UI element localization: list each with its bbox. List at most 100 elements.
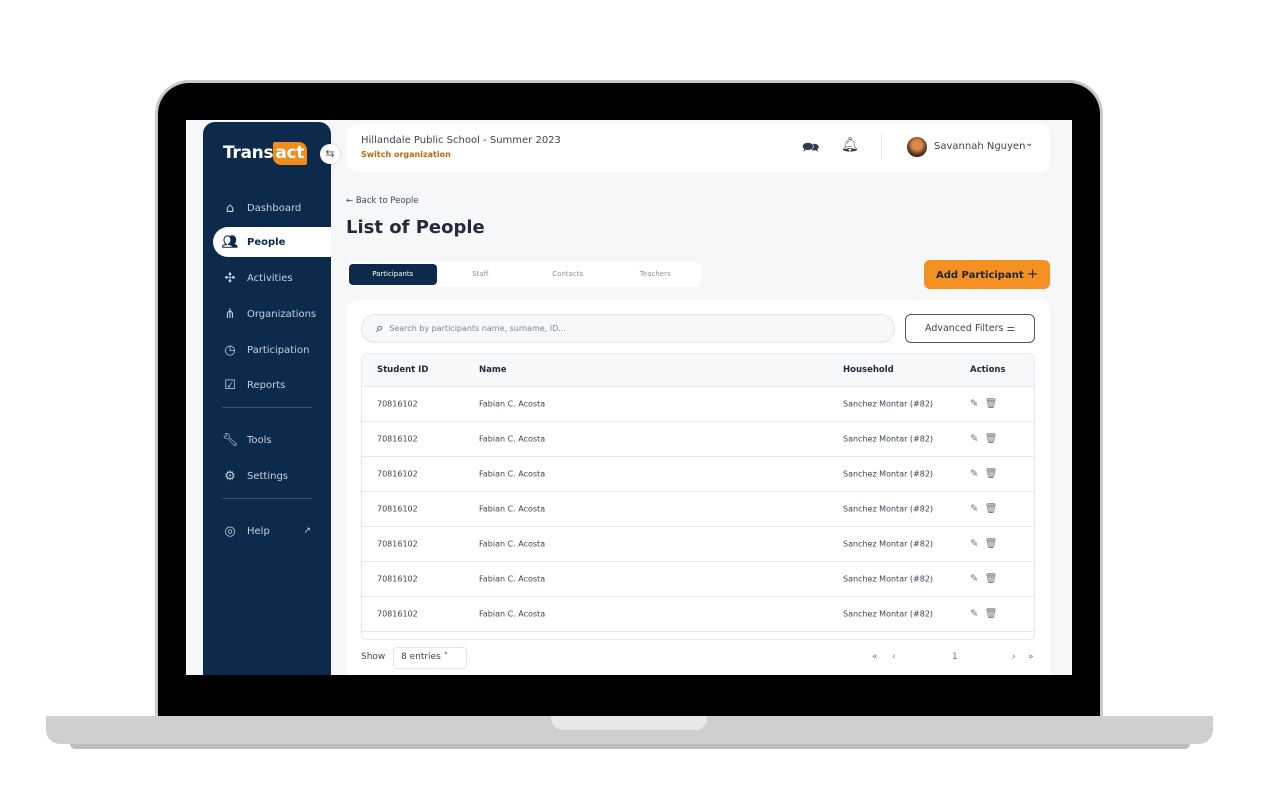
gear-icon: ⚙: [224, 468, 236, 484]
sidebar-item-activities[interactable]: ✣ Activities: [203, 263, 331, 293]
student-id: 70816102: [377, 574, 418, 584]
trash-icon[interactable]: 🗑︎: [985, 574, 998, 585]
col-actions: Actions: [970, 365, 1006, 375]
chat-icon[interactable]: 🗪: [802, 137, 819, 161]
household: Sanchez Montar (#82): [843, 399, 934, 409]
household: Sanchez Montar (#82): [843, 504, 934, 514]
sidebar-item-tools[interactable]: 🔧︎ Tools: [203, 425, 331, 455]
plus-icon: +: [1027, 267, 1039, 282]
edit-icon[interactable]: ✎: [970, 399, 978, 410]
laptop-base-shadow: [70, 744, 1190, 749]
sidebar-item-settings[interactable]: ⚙ Settings: [203, 461, 331, 491]
trash-icon[interactable]: 🗑︎: [985, 504, 998, 515]
last-page-button[interactable]: »: [1028, 652, 1034, 662]
entries-select[interactable]: 8 entries ˄: [393, 647, 467, 669]
collapse-sidebar-button[interactable]: ⇆: [320, 144, 340, 164]
household: Sanchez Montar (#82): [843, 574, 934, 584]
add-participant-button[interactable]: Add Participant +: [924, 260, 1050, 289]
participant-name: Fabian C. Acosta: [479, 609, 546, 619]
table-header: Student ID Name Household Actions: [362, 354, 1034, 386]
lifebuoy-icon: ◎: [224, 523, 236, 539]
edit-icon[interactable]: ✎: [970, 469, 978, 480]
sidebar-item-participation[interactable]: ◷ Participation: [203, 335, 331, 365]
advanced-filters-button[interactable]: Advanced Filters ⚌: [905, 314, 1035, 343]
sidebar-item-label: Activities: [247, 272, 293, 284]
logo: Trans act: [223, 142, 308, 165]
participant-name: Fabian C. Acosta: [479, 504, 546, 514]
sidebar-divider: [222, 498, 312, 499]
logo-suffix: act: [273, 142, 308, 165]
next-page-button[interactable]: ›: [1012, 652, 1016, 662]
sidebar-item-organizations[interactable]: ⋔ Organizations: [203, 299, 331, 329]
org-chart-icon: ⋔: [224, 306, 236, 322]
edit-icon[interactable]: ✎: [970, 504, 978, 515]
participant-name: Fabian C. Acosta: [479, 434, 546, 444]
table-row: 70816102 Fabian C. Acosta Sanchez Montar…: [362, 421, 1034, 456]
puzzle-icon: ✣: [224, 270, 236, 286]
tab-staff[interactable]: Staff: [437, 264, 525, 285]
sidebar-item-label: People: [247, 236, 286, 248]
sidebar-item-help[interactable]: ◎ Help ↗: [203, 516, 331, 546]
edit-icon[interactable]: ✎: [970, 434, 978, 445]
trash-icon[interactable]: 🗑︎: [985, 399, 998, 410]
tab-teachers[interactable]: Teachers: [612, 264, 700, 285]
search-input[interactable]: ⌕ Search by participants name, surname, I…: [361, 314, 895, 343]
bell-icon[interactable]: 🔔︎: [841, 137, 859, 153]
col-name: Name: [479, 365, 507, 375]
household: Sanchez Montar (#82): [843, 434, 934, 444]
edit-icon[interactable]: ✎: [970, 574, 978, 585]
table-row: 70816102 Fabian C. Acosta Sanchez Montar…: [362, 386, 1034, 421]
chevron-up-icon: ˄: [443, 652, 449, 662]
sidebar: Trans act ⌂ Dashboard 👥︎ People ✣ Activities ⋔ O…: [203, 122, 331, 675]
trash-icon[interactable]: 🗑︎: [985, 539, 998, 550]
search-icon: ⌕: [376, 321, 384, 336]
arrow-left-icon: ←: [346, 196, 356, 206]
people-table: Student ID Name Household Actions 708161…: [361, 353, 1035, 640]
sidebar-item-label: Help: [247, 525, 270, 537]
trash-icon[interactable]: 🗑︎: [985, 609, 998, 620]
trash-icon[interactable]: 🗑︎: [985, 434, 998, 445]
search-placeholder: Search by participants name, surname, ID…: [389, 324, 566, 333]
table-row: 70816102 Fabian C. Acosta Sanchez Montar…: [362, 491, 1034, 526]
current-page[interactable]: 1: [952, 652, 958, 662]
clipboard-icon: ☑: [224, 377, 236, 393]
organization-name: Hillandale Public School - Summer 2023: [361, 135, 561, 146]
avatar[interactable]: [907, 137, 927, 157]
prev-page-button[interactable]: ‹: [892, 652, 896, 662]
col-household: Household: [843, 365, 894, 375]
chevron-down-icon[interactable]: ⌄: [1025, 138, 1033, 149]
table-row: 70816102 Fabian C. Acosta Sanchez Montar…: [362, 561, 1034, 596]
show-label: Show: [361, 652, 386, 662]
tab-contacts[interactable]: Contacts: [524, 264, 612, 285]
row-actions: ✎ 🗑︎: [970, 504, 997, 515]
table-row: 70816102 Fabian C. Acosta Sanchez Montar…: [362, 631, 1034, 639]
sidebar-item-reports[interactable]: ☑ Reports: [203, 370, 331, 400]
sidebar-item-dashboard[interactable]: ⌂ Dashboard: [203, 193, 331, 223]
sidebar-item-label: Dashboard: [247, 202, 302, 214]
top-header: Hillandale Public School - Summer 2023 S…: [347, 124, 1050, 172]
student-id: 70816102: [377, 539, 418, 549]
first-page-button[interactable]: «: [872, 652, 878, 662]
filters-label: Advanced Filters: [925, 323, 1004, 334]
user-name[interactable]: Savannah Nguyen: [934, 141, 1025, 152]
sidebar-divider: [222, 407, 312, 408]
sidebar-item-people[interactable]: 👥︎ People: [213, 227, 331, 257]
add-label: Add Participant: [935, 270, 1024, 281]
sidebar-item-label: Organizations: [247, 308, 317, 320]
edit-icon[interactable]: ✎: [970, 539, 978, 550]
screen: Trans act ⌂ Dashboard 👥︎ People ✣ Activities ⋔ O…: [186, 120, 1072, 675]
table-row: 70816102 Fabian C. Acosta Sanchez Montar…: [362, 596, 1034, 631]
users-icon: 👥︎: [221, 234, 239, 250]
switch-organization-link[interactable]: Switch organization: [361, 150, 451, 159]
student-id: 70816102: [377, 504, 418, 514]
entries-value: 8 entries: [401, 652, 441, 662]
student-id: 70816102: [377, 399, 418, 409]
trash-icon[interactable]: 🗑︎: [985, 469, 998, 480]
edit-icon[interactable]: ✎: [970, 609, 978, 620]
back-link[interactable]: ← Back to People: [346, 196, 419, 206]
student-id: 70816102: [377, 609, 418, 619]
tab-participants[interactable]: Participants: [349, 264, 437, 285]
stopwatch-icon: ◷: [224, 342, 236, 358]
participant-name: Fabian C. Acosta: [479, 399, 546, 409]
sidebar-item-label: Participation: [247, 344, 310, 356]
